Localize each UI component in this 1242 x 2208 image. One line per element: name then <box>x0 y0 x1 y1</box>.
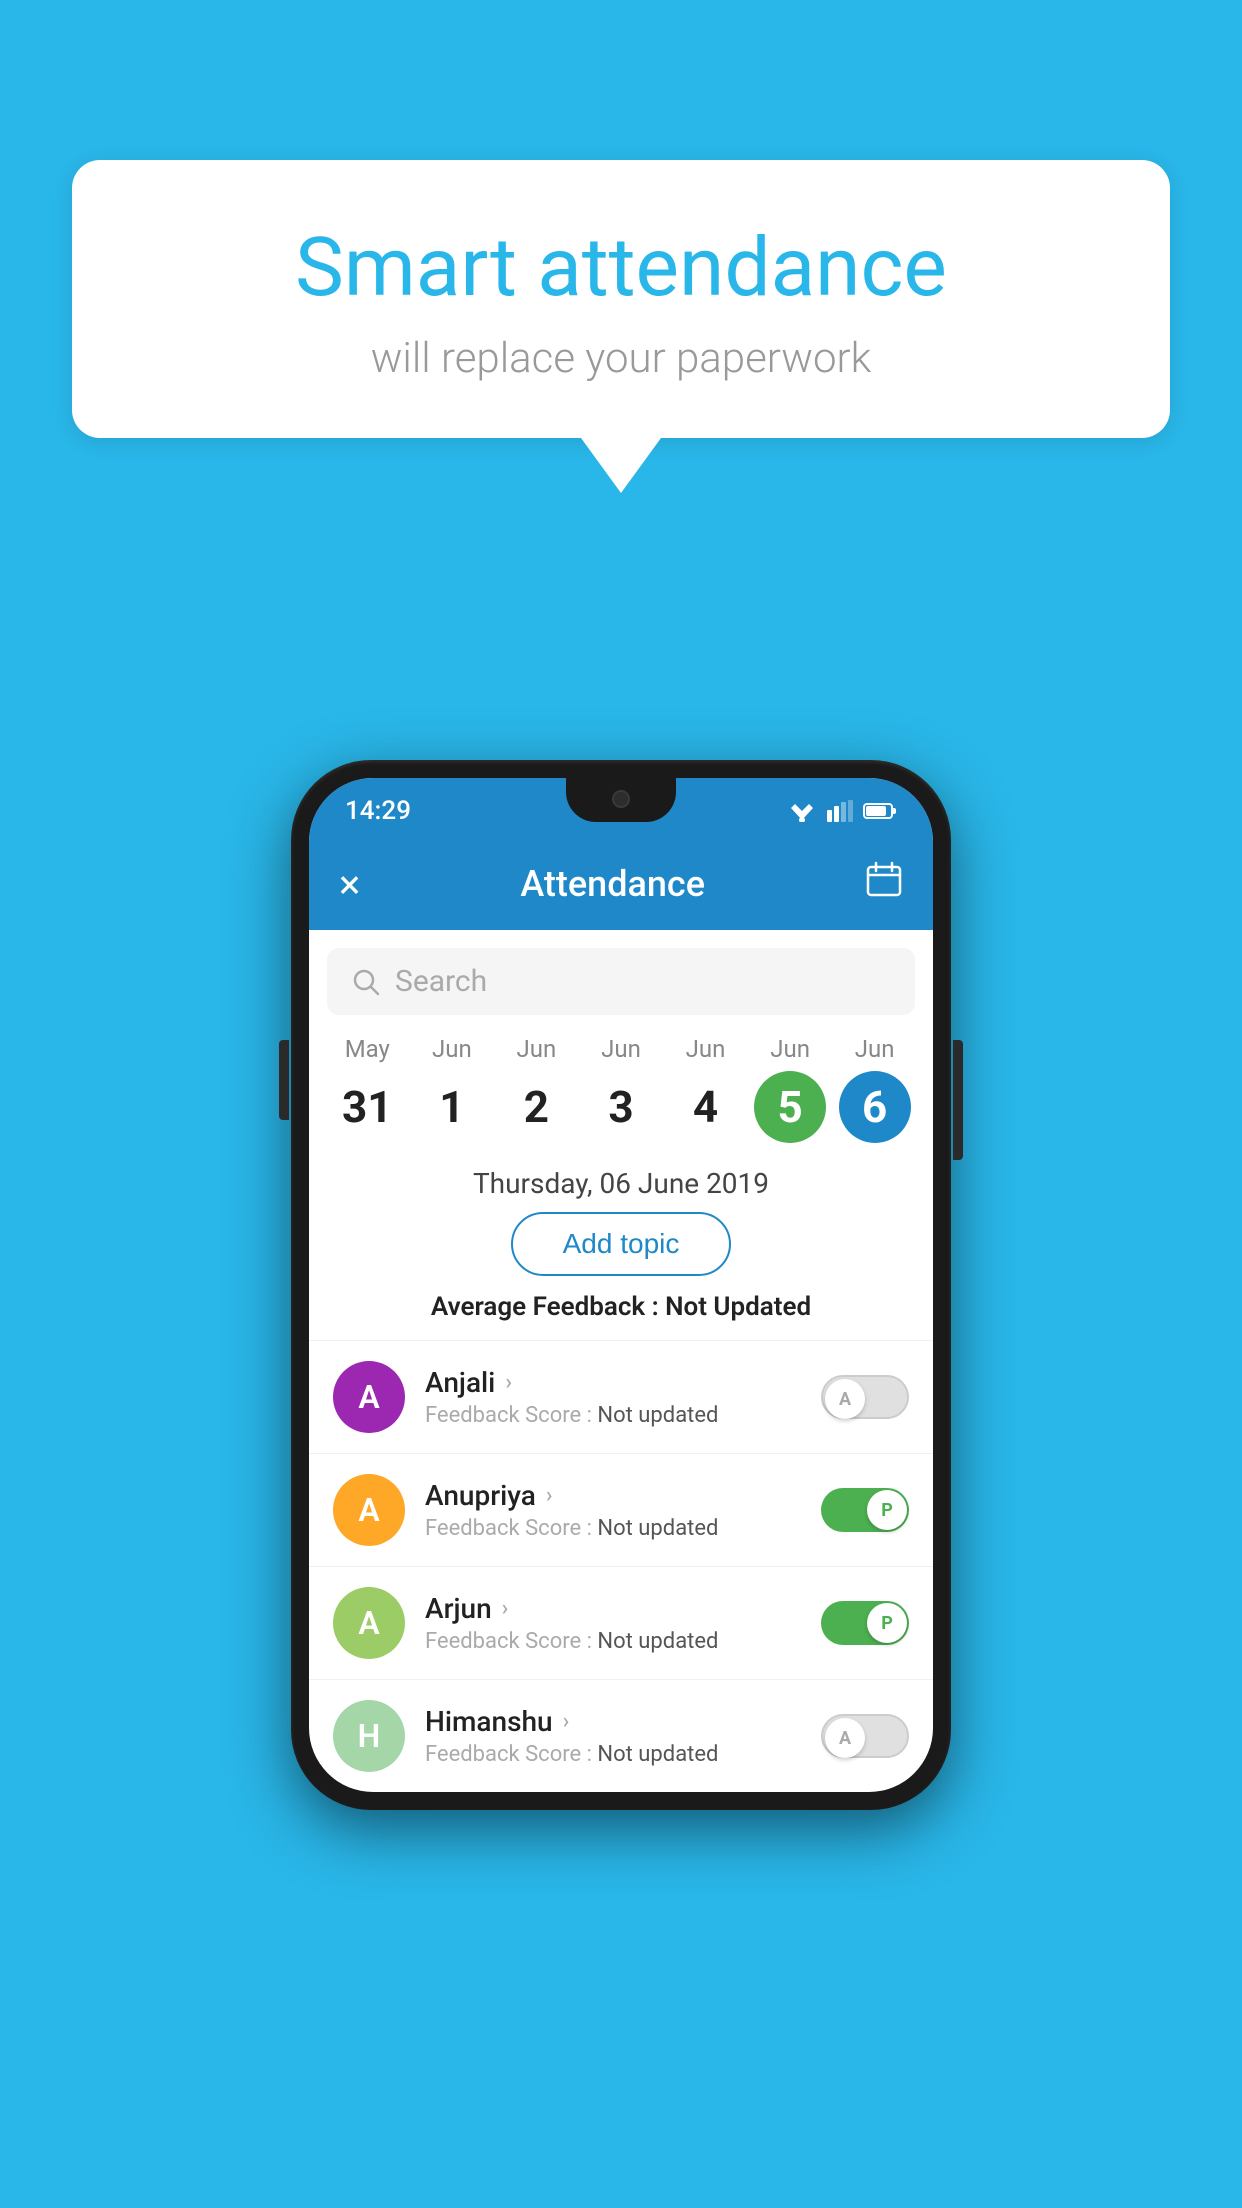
attendance-toggle[interactable]: A <box>821 1375 909 1419</box>
status-time: 14:29 <box>345 796 411 826</box>
phone-notch <box>566 778 676 822</box>
attendance-toggle[interactable]: P <box>821 1601 909 1645</box>
student-name[interactable]: Arjun › <box>425 1592 801 1625</box>
student-info: Himanshu › Feedback Score : Not updated <box>425 1705 801 1767</box>
date-month: Jun <box>517 1035 557 1063</box>
feedback-value: Not updated <box>597 1629 718 1654</box>
avatar: A <box>333 1474 405 1546</box>
student-feedback: Feedback Score : Not updated <box>425 1629 801 1654</box>
avatar: A <box>333 1587 405 1659</box>
speech-bubble-arrow <box>581 438 661 493</box>
student-feedback: Feedback Score : Not updated <box>425 1516 801 1541</box>
date-strip: May 31 Jun 1 Jun 2 Jun 3 Jun 4 Jun 5 Jun 6 <box>309 1015 933 1143</box>
student-item: A Anupriya › Feedback Score : Not updated P <box>309 1453 933 1566</box>
date-month: Jun <box>601 1035 641 1063</box>
date-day: 2 <box>500 1071 572 1143</box>
chevron-right-icon: › <box>563 1709 570 1734</box>
student-feedback: Feedback Score : Not updated <box>425 1403 801 1428</box>
battery-icon <box>863 802 897 820</box>
student-name[interactable]: Anupriya › <box>425 1479 801 1512</box>
phone-outer: 14:29 <box>291 760 951 1810</box>
search-bar[interactable]: Search <box>327 948 915 1015</box>
wifi-icon <box>787 800 817 822</box>
student-name-text: Anjali <box>425 1366 495 1399</box>
toggle-knob: A <box>825 1718 865 1758</box>
chevron-right-icon: › <box>546 1483 553 1508</box>
calendar-icon[interactable] <box>865 860 903 908</box>
date-month: Jun <box>855 1035 895 1063</box>
date-item-0[interactable]: May 31 <box>331 1035 403 1143</box>
avg-feedback-prefix: Average Feedback : <box>431 1292 665 1322</box>
toggle-knob: P <box>867 1603 907 1643</box>
student-name-text: Arjun <box>425 1592 492 1625</box>
date-item-3[interactable]: Jun 3 <box>585 1035 657 1143</box>
selected-date-label: Thursday, 06 June 2019 <box>309 1143 933 1212</box>
date-item-1[interactable]: Jun 1 <box>416 1035 488 1143</box>
avatar: A <box>333 1361 405 1433</box>
speech-bubble-subtitle: will replace your paperwork <box>122 334 1120 383</box>
date-day: 5 <box>754 1071 826 1143</box>
date-item-6[interactable]: Jun 6 <box>839 1035 911 1143</box>
chevron-right-icon: › <box>502 1596 509 1621</box>
toggle-knob: A <box>825 1379 865 1419</box>
student-info: Anupriya › Feedback Score : Not updated <box>425 1479 801 1541</box>
feedback-value: Not updated <box>597 1516 718 1541</box>
feedback-value: Not updated <box>597 1403 718 1428</box>
attendance-toggle[interactable]: P <box>821 1488 909 1532</box>
date-day: 1 <box>416 1071 488 1143</box>
student-name[interactable]: Himanshu › <box>425 1705 801 1738</box>
student-item: H Himanshu › Feedback Score : Not updated A <box>309 1679 933 1792</box>
status-icons <box>787 800 897 822</box>
avg-feedback-value: Not Updated <box>665 1292 811 1322</box>
student-info: Arjun › Feedback Score : Not updated <box>425 1592 801 1654</box>
date-month: Jun <box>432 1035 472 1063</box>
feedback-value: Not updated <box>597 1742 718 1767</box>
date-day: 31 <box>331 1071 403 1143</box>
date-item-2[interactable]: Jun 2 <box>500 1035 572 1143</box>
student-item: A Arjun › Feedback Score : Not updated P <box>309 1566 933 1679</box>
close-button[interactable]: × <box>339 861 360 908</box>
date-month: Jun <box>770 1035 810 1063</box>
student-feedback: Feedback Score : Not updated <box>425 1742 801 1767</box>
camera <box>612 790 630 808</box>
student-list: AAnjali›Feedback Score : Not updatedAAAn… <box>309 1340 933 1792</box>
speech-bubble-title: Smart attendance <box>122 220 1120 316</box>
speech-bubble-container: Smart attendance will replace your paper… <box>72 160 1170 493</box>
toggle-knob: P <box>867 1490 907 1530</box>
student-name[interactable]: Anjali › <box>425 1366 801 1399</box>
attendance-toggle[interactable]: A <box>821 1714 909 1758</box>
chevron-right-icon: › <box>505 1370 512 1395</box>
student-info: Anjali › Feedback Score : Not updated <box>425 1366 801 1428</box>
avg-feedback: Average Feedback : Not Updated <box>309 1292 933 1322</box>
date-month: Jun <box>686 1035 726 1063</box>
signal-icon <box>827 800 853 822</box>
student-item: A Anjali › Feedback Score : Not updated A <box>309 1340 933 1453</box>
phone-inner: 14:29 <box>309 778 933 1792</box>
date-month: May <box>345 1035 390 1063</box>
avatar: H <box>333 1700 405 1772</box>
app-bar-title: Attendance <box>520 863 705 905</box>
date-item-4[interactable]: Jun 4 <box>670 1035 742 1143</box>
add-topic-button[interactable]: Add topic <box>511 1212 732 1276</box>
search-placeholder: Search <box>395 964 487 999</box>
date-day: 4 <box>670 1071 742 1143</box>
speech-bubble: Smart attendance will replace your paper… <box>72 160 1170 438</box>
app-bar: × Attendance <box>309 838 933 930</box>
student-name-text: Himanshu <box>425 1705 553 1738</box>
date-item-5[interactable]: Jun 5 <box>754 1035 826 1143</box>
search-icon <box>351 967 381 997</box>
phone-wrapper: 14:29 <box>291 760 951 1810</box>
date-day: 3 <box>585 1071 657 1143</box>
student-name-text: Anupriya <box>425 1479 536 1512</box>
date-day: 6 <box>839 1071 911 1143</box>
